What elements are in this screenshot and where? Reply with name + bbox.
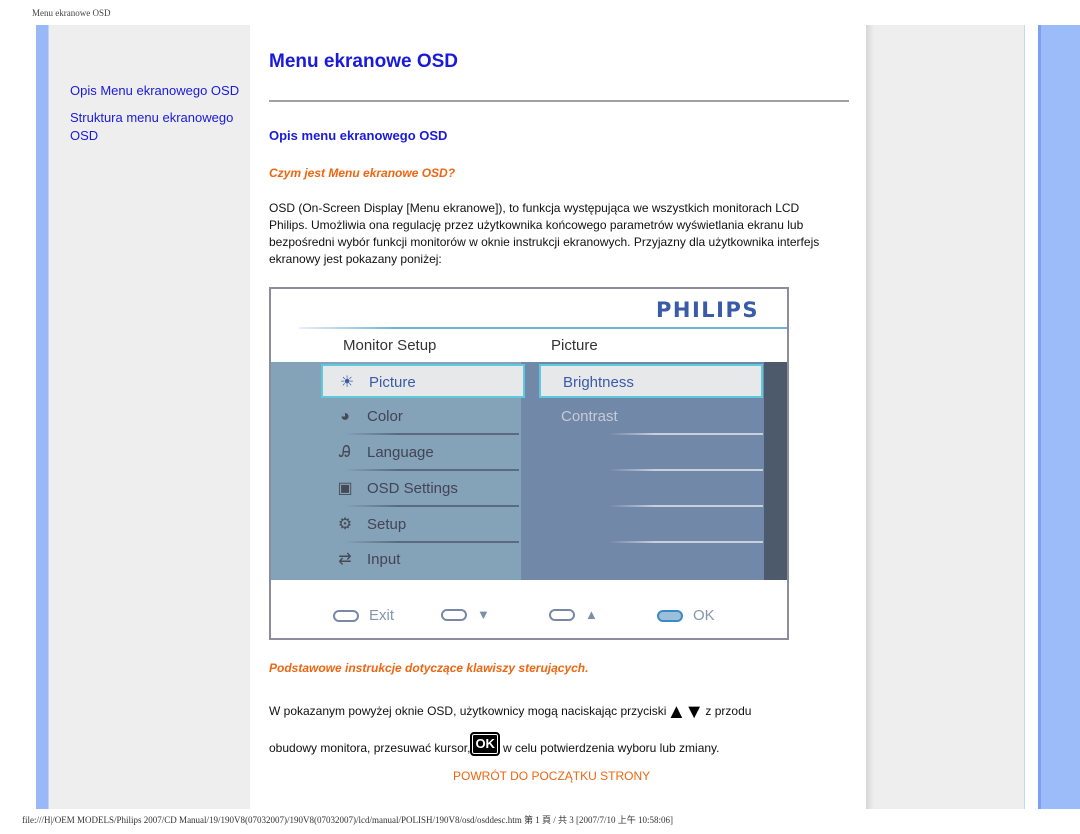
osd-menu-label: Picture <box>369 374 416 391</box>
left-accent-bar <box>36 25 49 809</box>
question-heading: Czym jest Menu ekranowe OSD? <box>269 166 456 180</box>
osd-submenu-label: Contrast <box>561 408 618 425</box>
osd-menu-item-input: ⇄ Input <box>321 543 519 577</box>
ok-key-icon: OK <box>470 731 500 756</box>
osd-ok-button: OK <box>657 607 715 624</box>
down-arrow-icon: ▼ <box>477 607 490 622</box>
osd-button-label: OK <box>693 607 715 624</box>
gear-icon: ⚙ <box>337 516 353 533</box>
philips-logo: PHILIPS <box>656 298 759 322</box>
input-icon: ⇄ <box>338 551 352 568</box>
osd-screenshot: PHILIPS Monitor Setup Picture ☀ Picture … <box>269 287 789 640</box>
controls-paragraph: W pokazanym powyżej oknie OSD, użytkowni… <box>269 700 849 760</box>
osd-menu-panel: ☀ Picture ◕ Color Ꭿ Language ▣ OSD Setti… <box>271 362 787 580</box>
submenu-separator <box>609 541 763 543</box>
osd-submenu-item-empty <box>539 472 763 507</box>
submenu-separator <box>609 505 763 507</box>
osd-submenu-item-brightness: Brightness <box>539 364 763 398</box>
osd-menu-label: OSD Settings <box>367 480 458 497</box>
osd-up-button: ▲ <box>549 607 598 622</box>
controls-text: obudowy monitora, przesuwać kursor, <box>269 740 471 755</box>
screen-icon: ▣ <box>337 480 353 497</box>
osd-menu-label: Setup <box>367 516 407 533</box>
page-header-title: Menu ekranowe OSD <box>32 8 111 18</box>
button-pill-icon <box>333 609 359 622</box>
sidebar-link-osd-description[interactable]: Opis Menu ekranowego OSD <box>70 82 250 100</box>
osd-right-header: Picture <box>551 337 598 354</box>
osd-panel-edge <box>764 362 787 580</box>
controls-heading: Podstawowe instrukcje dotyczące klawiszy… <box>269 661 589 675</box>
section-title: Opis menu ekranowego OSD <box>269 128 448 143</box>
menu-separator <box>345 433 519 435</box>
up-arrow-icon: ▲ <box>585 607 598 622</box>
osd-submenu-label: Brightness <box>563 374 634 391</box>
intro-paragraph: OSD (On-Screen Display [Menu ekranowe]),… <box>269 201 820 266</box>
osd-submenu-item-empty <box>539 508 763 543</box>
controls-text: z przodu <box>702 704 752 718</box>
sidebar-nav: Opis Menu ekranowego OSD Struktura menu … <box>70 82 250 154</box>
osd-exit-button: Exit <box>333 607 394 624</box>
osd-menu-label: Language <box>367 444 434 461</box>
osd-button-label: Exit <box>369 607 395 624</box>
back-to-top-link[interactable]: POWRÓT DO POCZĄTKU STRONY <box>453 769 650 783</box>
osd-menu-item-osd-settings: ▣ OSD Settings <box>321 472 519 507</box>
submenu-separator <box>609 433 763 435</box>
palette-icon: ◕ <box>340 408 350 425</box>
button-pill-icon <box>549 608 575 621</box>
sidebar-link-osd-structure[interactable]: Struktura menu ekranowego OSD <box>70 109 250 145</box>
controls-text: W pokazanym powyżej oknie OSD, użytkowni… <box>269 704 667 718</box>
osd-submenu-item-empty <box>539 436 763 471</box>
osd-menu-item-setup: ⚙ Setup <box>321 508 519 543</box>
osd-menu-item-language: Ꭿ Language <box>321 436 519 471</box>
right-sidebar <box>866 25 1024 809</box>
controls-text: w celu potwierdzenia wyboru lub zmiany. <box>502 740 720 755</box>
button-pill-icon <box>441 608 467 621</box>
button-pill-icon <box>657 609 683 622</box>
osd-menu-item-picture: ☀ Picture <box>321 364 525 398</box>
page-title: Menu ekranowe OSD <box>269 51 458 72</box>
submenu-separator <box>609 469 763 471</box>
osd-menu-item-color: ◕ Color <box>321 400 519 435</box>
page-footer-path: file:///H|/OEM MODELS/Philips 2007/CD Ma… <box>22 815 674 825</box>
osd-menu-label: Input <box>367 551 401 568</box>
osd-left-header: Monitor Setup <box>343 337 437 354</box>
logo-underline <box>299 327 787 329</box>
sun-icon: ☀ <box>339 374 355 391</box>
menu-separator <box>345 469 519 471</box>
right-sidebar-shade <box>866 25 874 809</box>
title-divider <box>269 100 849 102</box>
right-accent-bar <box>1038 25 1080 809</box>
right-divider-line <box>1024 25 1025 809</box>
menu-separator <box>345 505 519 507</box>
osd-menu-label: Color <box>367 408 403 425</box>
language-icon: Ꭿ <box>339 444 351 461</box>
up-down-arrows-icon: ▲▼ <box>666 700 704 723</box>
osd-down-button: ▼ <box>441 607 490 622</box>
osd-submenu-item-contrast: Contrast <box>539 400 763 435</box>
